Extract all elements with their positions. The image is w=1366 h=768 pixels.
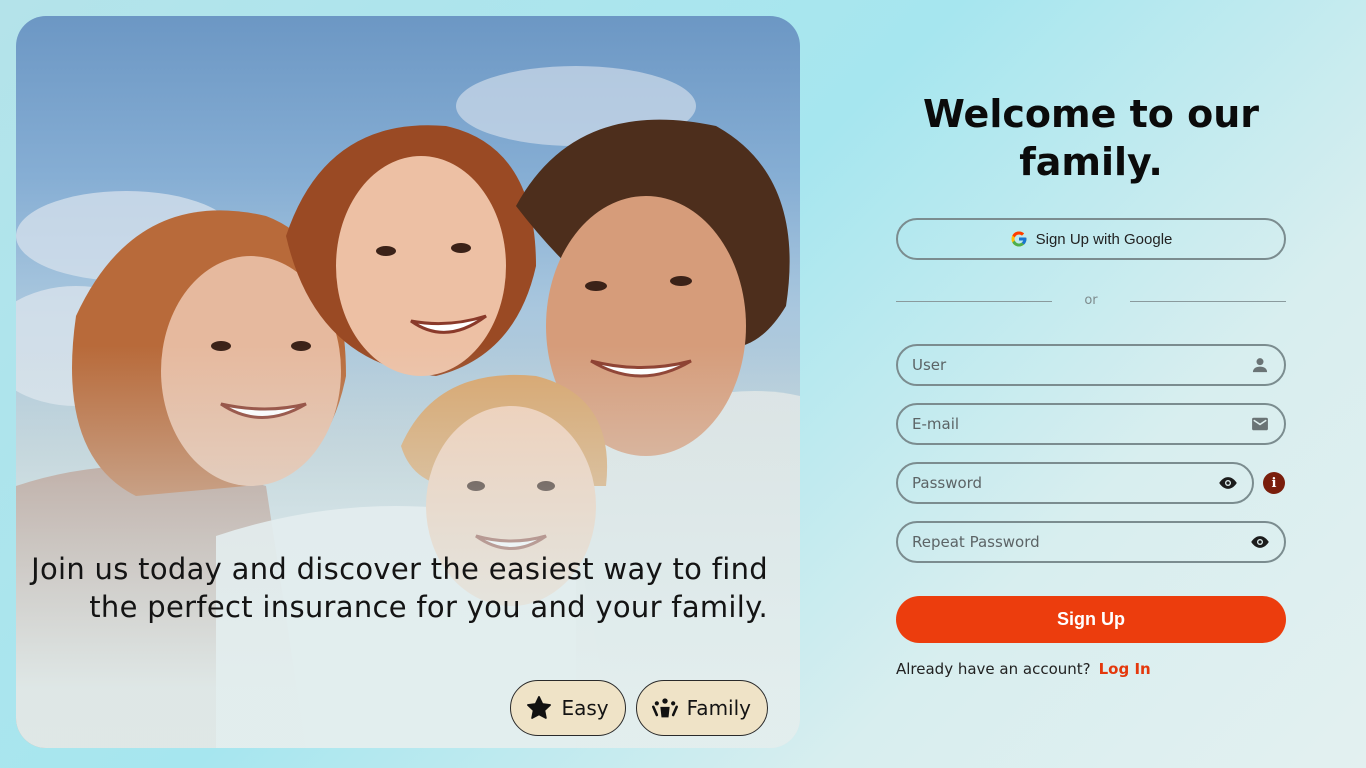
eye-icon[interactable]: [1218, 473, 1238, 493]
google-signup-button[interactable]: Sign Up with Google: [896, 218, 1286, 260]
hero-chips: Easy Family: [510, 680, 768, 736]
login-prompt: Already have an account?: [896, 660, 1091, 678]
user-input[interactable]: [912, 356, 1250, 374]
chip-family[interactable]: Family: [635, 680, 768, 736]
mail-icon: [1250, 414, 1270, 434]
chip-easy[interactable]: Easy: [510, 680, 626, 736]
star-icon: [525, 694, 553, 722]
chip-easy-label: Easy: [561, 696, 609, 720]
email-field[interactable]: [896, 403, 1286, 445]
user-icon: [1250, 355, 1270, 375]
hero-image-panel: Join us today and discover the easiest w…: [16, 16, 800, 748]
email-input[interactable]: [912, 415, 1250, 433]
password-input[interactable]: [912, 474, 1218, 492]
login-link[interactable]: Log In: [1099, 660, 1151, 678]
login-row: Already have an account? Log In: [896, 660, 1151, 678]
signup-panel: Welcome to our family. Sign Up with Goog…: [896, 0, 1286, 768]
or-divider: or: [896, 292, 1286, 312]
signup-button[interactable]: Sign Up: [896, 596, 1286, 643]
hero-fade-overlay: [16, 16, 800, 748]
page-title: Welcome to our family.: [923, 92, 1259, 184]
eye-icon[interactable]: [1250, 532, 1270, 552]
divider-line-right: [1130, 301, 1286, 302]
family-icon: [651, 694, 679, 722]
hero-caption: Join us today and discover the easiest w…: [31, 552, 768, 624]
repeat-password-input[interactable]: [912, 533, 1250, 551]
password-field[interactable]: [896, 462, 1254, 504]
chip-family-label: Family: [686, 696, 751, 720]
google-icon: [1011, 231, 1027, 247]
user-field[interactable]: [896, 344, 1286, 386]
password-info-icon[interactable]: i: [1263, 472, 1285, 494]
google-button-label: Sign Up with Google: [1035, 230, 1173, 248]
repeat-password-field[interactable]: [896, 521, 1286, 563]
